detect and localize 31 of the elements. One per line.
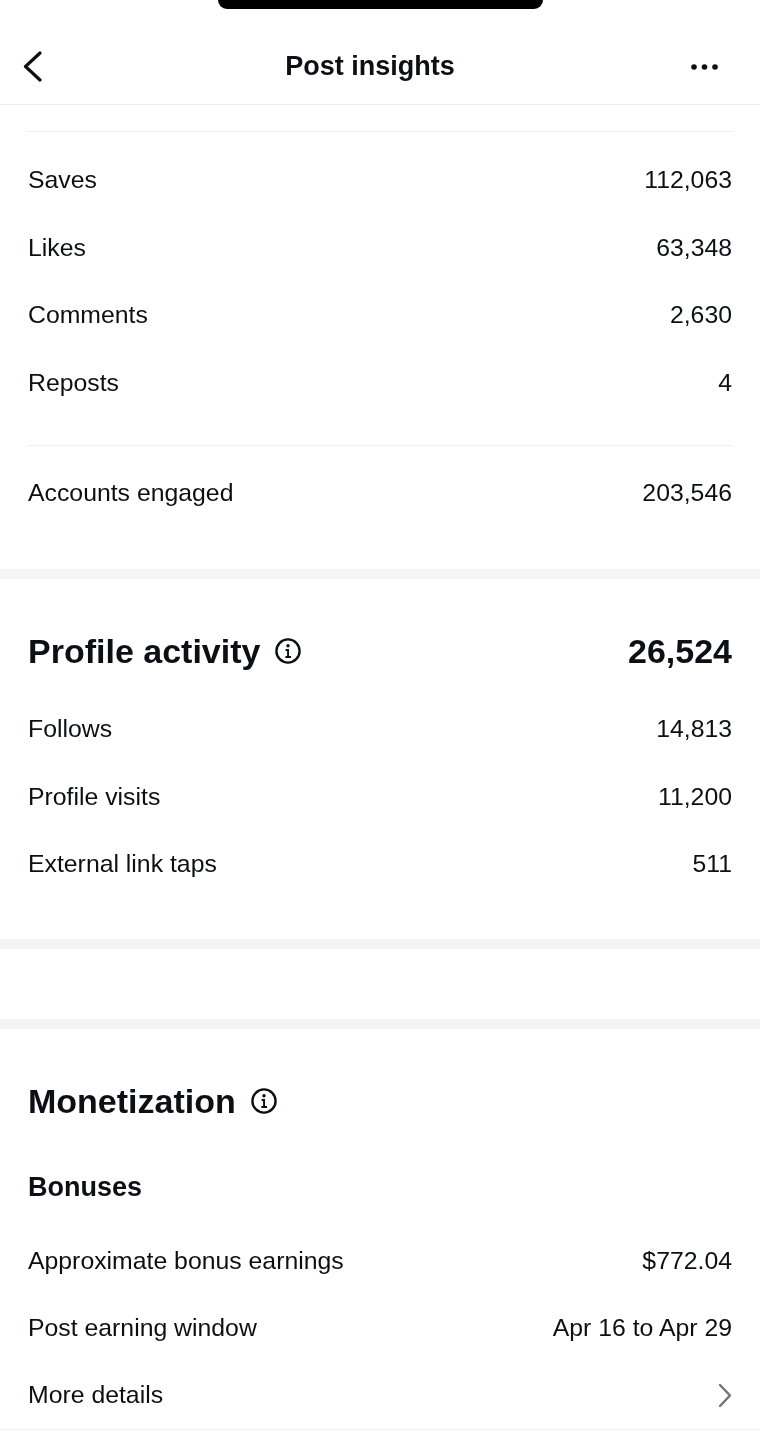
metric-label: External link taps	[28, 849, 217, 880]
metric-value: 112,063	[644, 165, 732, 196]
metric-label: Comments	[28, 300, 148, 331]
info-icon[interactable]	[275, 638, 302, 665]
more-details-link[interactable]: More details	[0, 1362, 760, 1430]
back-icon[interactable]	[22, 51, 42, 82]
metric-value: 63,348	[656, 232, 732, 263]
metric-value: 511	[692, 849, 732, 880]
metric-label: Likes	[28, 232, 86, 263]
metric-value: Apr 16 to Apr 29	[552, 1313, 732, 1344]
metric-label: Follows	[28, 714, 113, 745]
metric-label: Approximate bonus earnings	[28, 1245, 344, 1276]
metric-value: $772.04	[642, 1245, 732, 1276]
more-options-icon[interactable]	[691, 63, 718, 70]
metric-value: 2,630	[669, 300, 732, 331]
section-title: Profile activity	[28, 631, 261, 672]
subsection-title: Bonuses	[28, 1170, 143, 1204]
metric-value: 11,200	[658, 781, 732, 812]
metric-value: 4	[718, 367, 732, 398]
metric-value: 14,813	[656, 714, 732, 745]
metric-value: 203,546	[642, 477, 732, 508]
info-icon[interactable]	[250, 1088, 277, 1114]
page-title: Post insights	[285, 50, 455, 83]
metric-label: Accounts engaged	[28, 477, 234, 508]
metric-label: Reposts	[28, 367, 119, 398]
metric-label: Profile visits	[28, 781, 161, 812]
section-title: Monetization	[28, 1080, 236, 1122]
section-total: 26,524	[628, 631, 732, 672]
metric-label: Saves	[28, 165, 97, 196]
metric-label: Post earning window	[28, 1313, 257, 1344]
chevron-right-icon	[718, 1382, 732, 1408]
